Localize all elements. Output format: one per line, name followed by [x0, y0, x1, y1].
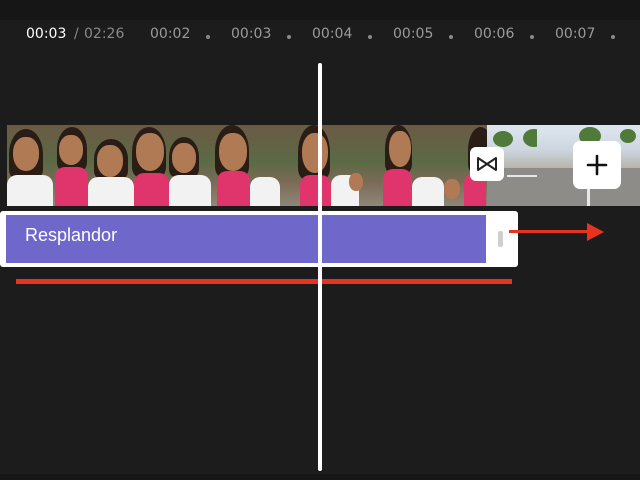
- video-thumbnail: [169, 125, 250, 206]
- video-thumbnail: [331, 125, 412, 206]
- ruler-tick-label: 00:05: [393, 26, 434, 42]
- ruler-dot: [287, 35, 291, 39]
- video-thumbnail: [88, 125, 169, 206]
- video-thumbnail: [7, 125, 88, 206]
- top-bar: [0, 0, 640, 20]
- ruler-tick-label: 00:03: [231, 26, 272, 42]
- ruler-tick-label: 00:06: [474, 26, 515, 42]
- add-clip-button[interactable]: [573, 141, 621, 189]
- time-separator: /: [74, 26, 79, 42]
- transition-bowtie-icon: [477, 157, 497, 171]
- ruler-dot: [206, 35, 210, 39]
- effect-clip-label: Resplandor: [25, 225, 118, 245]
- ruler-tick-label: 00:04: [312, 26, 353, 42]
- annotation-arrow-head: [587, 223, 604, 241]
- ruler-dot: [611, 35, 615, 39]
- current-time: 00:03: [26, 26, 67, 42]
- video-clip-track[interactable]: [7, 125, 640, 206]
- plus-icon: [586, 154, 608, 176]
- transition-button[interactable]: [470, 147, 504, 181]
- playhead[interactable]: [318, 63, 322, 471]
- effect-trim-handle[interactable]: [498, 231, 503, 247]
- effect-clip[interactable]: Resplandor: [0, 211, 518, 267]
- ruler-tick-label: 00:02: [150, 26, 191, 42]
- ruler-tick-label: 00:07: [555, 26, 596, 42]
- ruler-dot: [530, 35, 534, 39]
- annotation-underline: [16, 279, 512, 284]
- video-thumbnail: [618, 125, 640, 206]
- annotation-arrow: [509, 230, 589, 233]
- ruler-dot: [368, 35, 372, 39]
- bottom-bar: [0, 474, 640, 480]
- ruler-dot: [449, 35, 453, 39]
- time-ruler[interactable]: 00:03 / 02:26 00:02 00:03 00:04 00:05 00…: [0, 22, 640, 48]
- total-duration: 02:26: [84, 26, 125, 42]
